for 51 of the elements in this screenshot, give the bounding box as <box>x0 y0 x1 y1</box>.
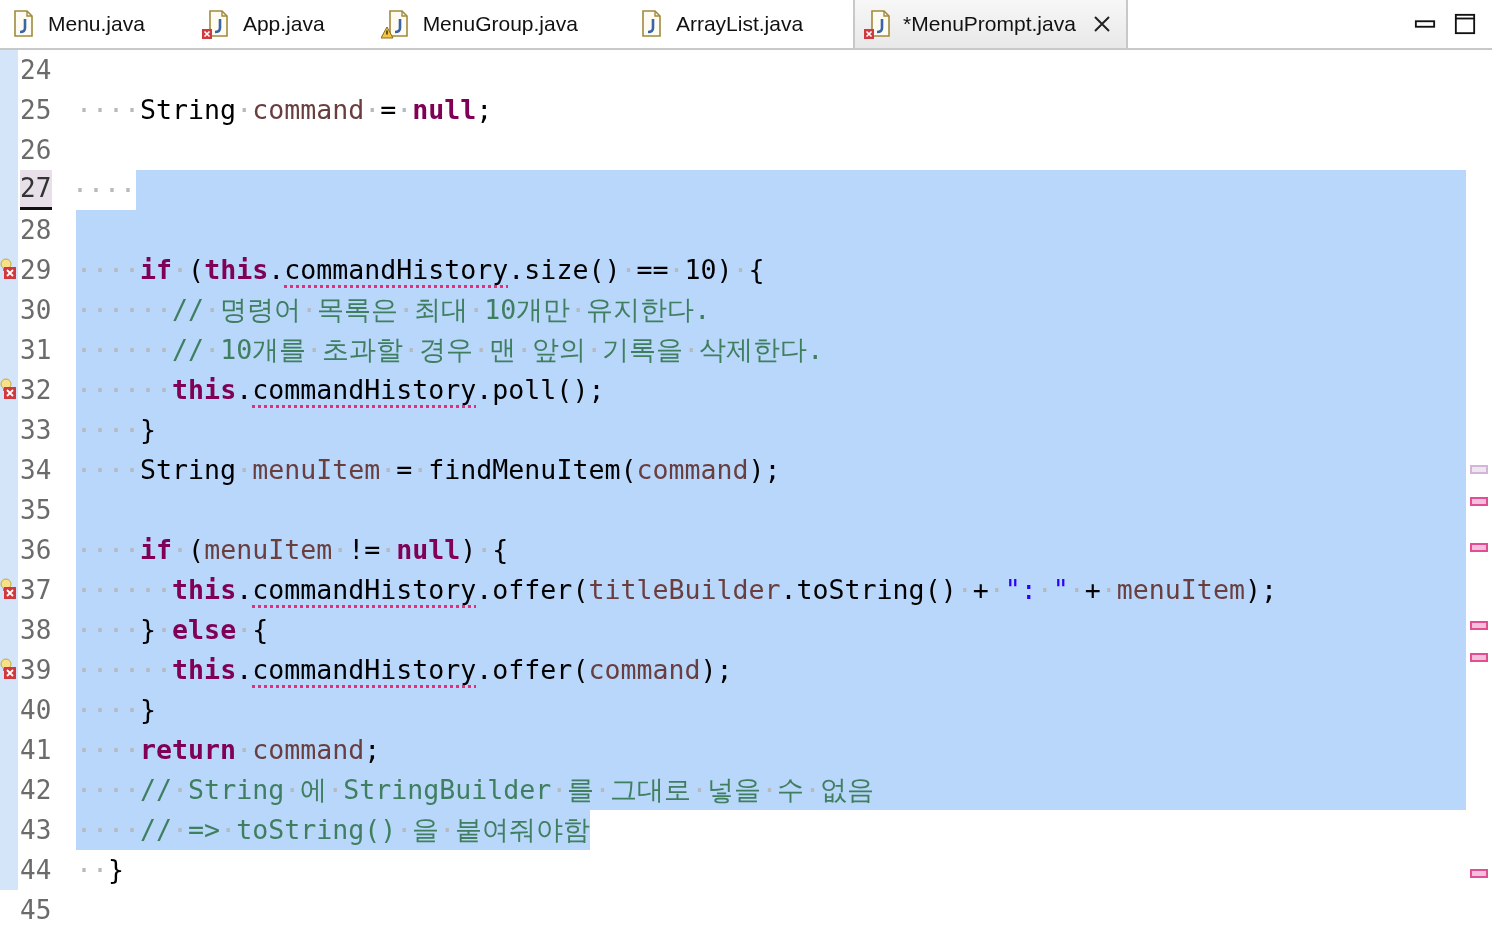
error-mark[interactable] <box>1470 543 1488 552</box>
line-number: 38 <box>20 614 53 647</box>
code-line: ······//·명령어·목록은·최대·10개만·유지한다. <box>76 290 1466 330</box>
line-number: 45 <box>20 894 53 927</box>
maximize-icon[interactable] <box>1454 13 1476 35</box>
editor-tab[interactable]: Menu.java <box>0 0 195 48</box>
occurrence-mark[interactable] <box>1470 465 1488 474</box>
line-number: 43 <box>20 814 53 847</box>
code-line: ······//·10개를·초과할·경우·맨·앞의·기록을·삭제한다. <box>76 330 1466 370</box>
code-line: ······this.commandHistory.offer(titleBuilder.toString()·+·":·"·+·menuItem); <box>76 570 1466 610</box>
code-line: ····if·(menuItem·!=·null)·{ <box>76 530 1466 570</box>
code-line: ····String·menuItem·=·findMenuItem(command); <box>76 450 1466 490</box>
code-line: ······this.commandHistory.offer(command); <box>76 650 1466 690</box>
line-number: 32 <box>20 374 53 407</box>
line-number: 39 <box>20 654 53 687</box>
line-number: 29 <box>20 254 53 287</box>
line-number: 34 <box>20 454 53 487</box>
code-line: ··} <box>76 853 125 887</box>
error-mark[interactable] <box>1470 497 1488 506</box>
line-number: 37 <box>20 574 53 607</box>
line-number: 36 <box>20 534 53 567</box>
line-number: 41 <box>20 734 53 767</box>
code-line: ····//·=>·toString()·을·붙여줘야함 <box>76 810 591 850</box>
editor-tab[interactable]: *MenuPrompt.java <box>853 0 1128 48</box>
line-number: 42 <box>20 774 53 807</box>
line-number: 28 <box>20 214 53 247</box>
editor-tab[interactable]: ArrayList.java <box>627 0 854 48</box>
line-number: 31 <box>20 334 53 367</box>
line-number: 44 <box>20 854 53 887</box>
code-line: ····String·command·=·null; <box>76 93 493 127</box>
code-line: ····} <box>76 690 1466 730</box>
editor-tab[interactable]: App.java <box>194 0 375 48</box>
error-mark[interactable] <box>1470 621 1488 630</box>
error-mark[interactable] <box>1470 869 1488 878</box>
line-number: 40 <box>20 694 53 727</box>
code-line: ····}·else·{ <box>76 610 1466 650</box>
close-icon[interactable] <box>1091 14 1112 34</box>
line-number: 27 <box>20 170 52 210</box>
line-number: 33 <box>20 414 53 447</box>
code-line: ····return·command; <box>76 730 1466 770</box>
code-line: ····if·(this.commandHistory.size()·==·10)·{ <box>76 250 1466 290</box>
line-number: 35 <box>20 494 53 527</box>
editor-tab[interactable]: MenuGroup.java <box>374 0 628 48</box>
error-mark[interactable] <box>1470 653 1488 662</box>
line-number: 25 <box>20 94 53 127</box>
code-line: ······this.commandHistory.poll(); <box>76 370 1466 410</box>
line-number: 24 <box>20 54 53 87</box>
line-number: 30 <box>20 294 53 327</box>
code-line: ····//·String·에·StringBuilder·를·그대로·넣을·수·없음 <box>76 770 1466 810</box>
code-line: ····} <box>76 410 1466 450</box>
line-number: 26 <box>20 134 53 167</box>
